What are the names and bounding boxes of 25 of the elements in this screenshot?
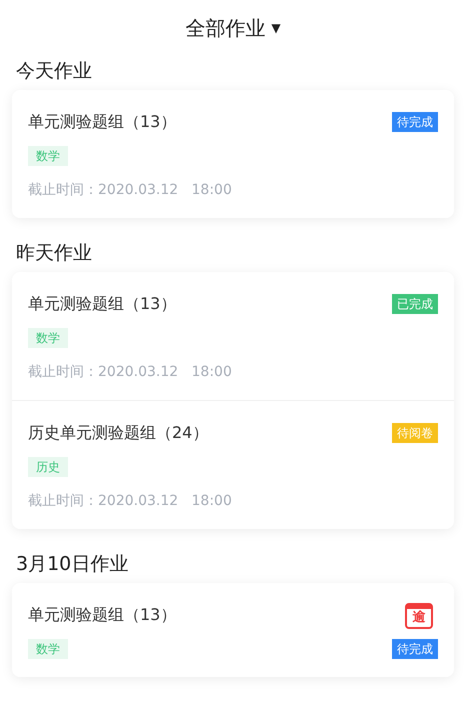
subject-tag: 数学 bbox=[28, 639, 68, 659]
subject-tag: 数学 bbox=[28, 328, 68, 348]
assignment-title: 历史单元测验题组（24） bbox=[28, 422, 208, 444]
deadline-text: 截止时间：2020.03.12 18:00 bbox=[28, 363, 232, 382]
assignment-title: 单元测验题组（13） bbox=[28, 604, 176, 626]
page-title[interactable]: 全部作业 bbox=[185, 14, 266, 42]
section-heading: 昨天作业 bbox=[15, 241, 93, 266]
subject-tag: 历史 bbox=[28, 457, 68, 477]
overdue-calendar-stamp: 逾 bbox=[405, 603, 433, 629]
status-badge: 待完成 bbox=[392, 112, 438, 132]
assignment-row[interactable]: 历史单元测验题组（24） 历史 截止时间：2020.03.12 18:00 待阅卷 bbox=[12, 400, 454, 529]
section-heading: 今天作业 bbox=[15, 59, 93, 84]
status-badge: 待完成 bbox=[392, 639, 438, 659]
assignment-row[interactable]: 单元测验题组（13） 数学 截止时间：2020.03.12 18:00 待完成 bbox=[12, 90, 454, 218]
assignment-title: 单元测验题组（13） bbox=[28, 293, 176, 315]
section-heading: 3月10日作业 bbox=[15, 552, 130, 577]
deadline-text: 截止时间：2020.03.12 18:00 bbox=[28, 492, 232, 511]
status-badge: 待阅卷 bbox=[392, 423, 438, 443]
assignment-row[interactable]: 单元测验题组（13） 数学 逾 待完成 bbox=[12, 583, 454, 677]
assignment-title: 单元测验题组（13） bbox=[28, 111, 176, 133]
dropdown-caret[interactable]: ▼ bbox=[271, 21, 281, 35]
assignment-row[interactable]: 单元测验题组（13） 数学 截止时间：2020.03.12 18:00 已完成 bbox=[12, 272, 454, 400]
deadline-text: 截止时间：2020.03.12 18:00 bbox=[28, 181, 232, 200]
status-badge: 已完成 bbox=[392, 294, 438, 314]
subject-tag: 数学 bbox=[28, 146, 68, 166]
